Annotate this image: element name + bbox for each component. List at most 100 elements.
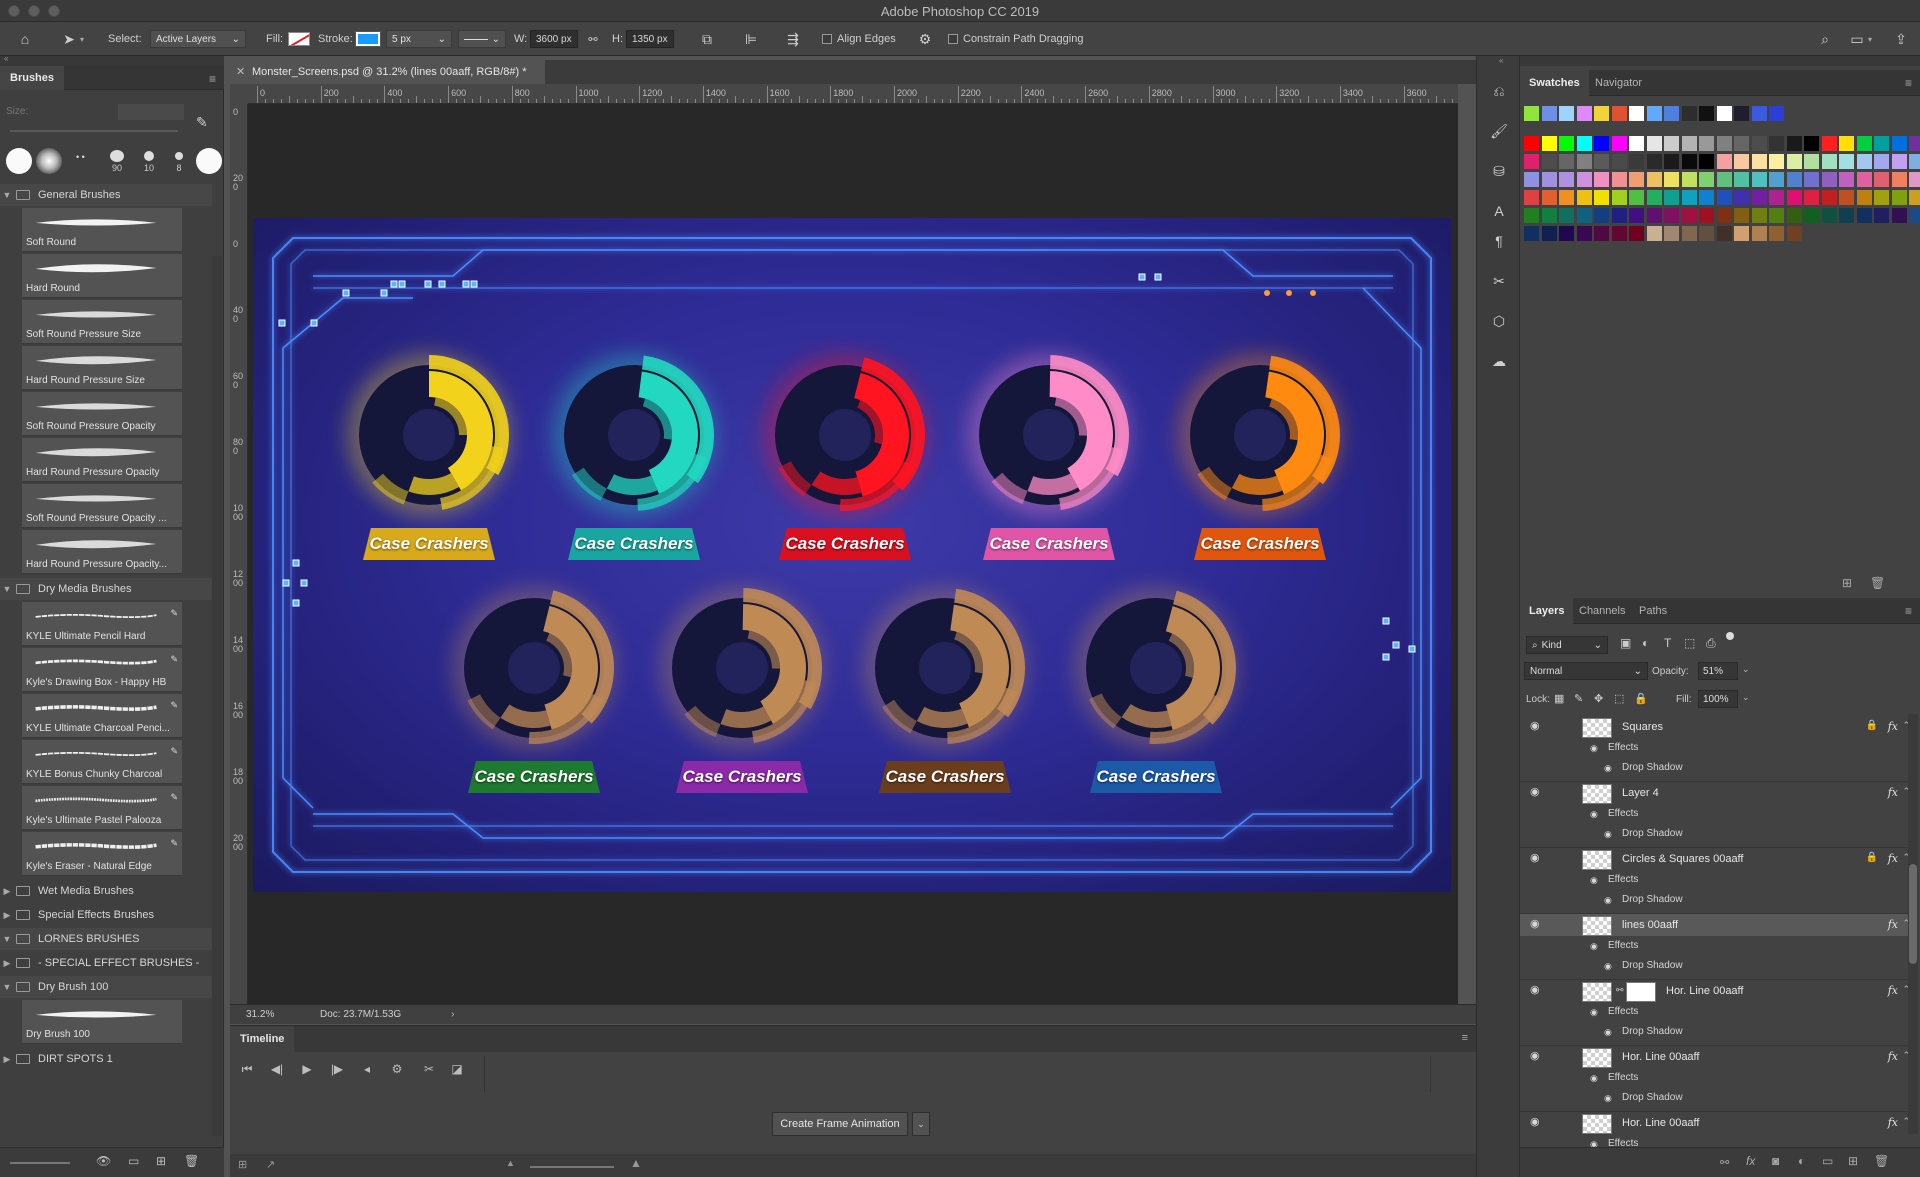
swatch[interactable] bbox=[1699, 190, 1714, 205]
size-field[interactable] bbox=[118, 104, 184, 120]
drop-shadow-eye-icon[interactable]: ◉ bbox=[1604, 961, 1618, 971]
swatch-recent[interactable] bbox=[1664, 106, 1679, 121]
swatch[interactable] bbox=[1751, 226, 1767, 241]
swatch-recent[interactable] bbox=[1541, 106, 1557, 121]
swatch[interactable] bbox=[1541, 172, 1557, 187]
tab-timeline[interactable]: Timeline bbox=[230, 1026, 295, 1052]
layer-thumbnail[interactable] bbox=[1582, 1048, 1612, 1068]
chevron-right-icon[interactable]: ▶ bbox=[0, 886, 14, 897]
audio-icon[interactable]: ◂ bbox=[356, 1062, 378, 1080]
brush-preset[interactable]: Hard Round Pressure Size bbox=[22, 346, 182, 390]
layer-row[interactable]: ◉ lines 00aaff fx ⌃ ◉ Effects ◉ Drop Shadow bbox=[1520, 914, 1910, 980]
layer-name[interactable]: lines 00aaff bbox=[1622, 919, 1678, 931]
swatch[interactable] bbox=[1594, 154, 1609, 169]
swatch[interactable] bbox=[1804, 172, 1819, 187]
layer-name[interactable]: Hor. Line 00aaff bbox=[1622, 1051, 1699, 1063]
swatch[interactable] bbox=[1716, 190, 1732, 205]
fx-icon[interactable]: fx bbox=[1888, 852, 1898, 865]
swatch[interactable] bbox=[1891, 190, 1907, 205]
stroke-width-field[interactable]: 5 px ⌄ bbox=[386, 30, 452, 48]
swatch[interactable] bbox=[1716, 136, 1732, 151]
preset-8[interactable]: 8 bbox=[166, 150, 192, 174]
ruler-horizontal[interactable]: 0 200 400 600 800 1000 1200 1400 1600 1800 2000 220… bbox=[248, 84, 1458, 104]
swatch[interactable] bbox=[1681, 154, 1697, 169]
swatch[interactable] bbox=[1821, 190, 1837, 205]
timeline-zoom-slider[interactable] bbox=[530, 1166, 614, 1168]
chevron-down-icon[interactable]: ▼ bbox=[0, 982, 14, 992]
new-group-icon[interactable]: ▭ bbox=[1822, 1154, 1833, 1168]
brush-group[interactable]: ▼ Dry Brush 100 bbox=[0, 976, 212, 998]
preset-large-round[interactable] bbox=[196, 148, 222, 174]
layer-mask-thumbnail[interactable] bbox=[1626, 982, 1656, 1002]
swatch[interactable] bbox=[1891, 208, 1907, 223]
swatch[interactable] bbox=[1734, 136, 1749, 151]
swatch[interactable] bbox=[1716, 226, 1732, 241]
brush-group[interactable]: ▶ Special Effects Brushes bbox=[0, 904, 212, 926]
swatch[interactable] bbox=[1646, 208, 1662, 223]
brush-group[interactable]: ▼ LORNES BRUSHES bbox=[0, 928, 212, 950]
layer-main[interactable]: ◉ Hor. Line 00aaff fx ⌃ bbox=[1520, 1112, 1910, 1134]
chevron-right-icon[interactable]: ▶ bbox=[0, 1054, 14, 1065]
swatch-recent[interactable] bbox=[1576, 106, 1592, 121]
previous-frame-icon[interactable]: ◀| bbox=[266, 1062, 288, 1080]
swatch[interactable] bbox=[1576, 226, 1592, 241]
swatch[interactable] bbox=[1664, 226, 1679, 241]
home-icon[interactable]: ⌂ bbox=[14, 28, 36, 50]
swatch-recent[interactable] bbox=[1646, 106, 1662, 121]
swatch[interactable] bbox=[1594, 136, 1609, 151]
swatch[interactable] bbox=[1541, 190, 1557, 205]
swatch[interactable] bbox=[1891, 172, 1907, 187]
chevron-down-icon[interactable]: ▼ bbox=[0, 584, 14, 594]
swatch[interactable] bbox=[1611, 190, 1627, 205]
swatch[interactable] bbox=[1646, 190, 1662, 205]
swatch[interactable] bbox=[1769, 226, 1784, 241]
swatch[interactable] bbox=[1769, 208, 1784, 223]
brush-preset[interactable]: Hard Round Pressure Opacity... bbox=[22, 530, 182, 574]
layer-name[interactable]: Circles & Squares 00aaff bbox=[1622, 853, 1743, 865]
swatch[interactable] bbox=[1716, 154, 1732, 169]
swatch[interactable] bbox=[1769, 190, 1784, 205]
tab-channels[interactable]: Channels bbox=[1570, 598, 1634, 624]
fill-field[interactable]: 100% bbox=[1698, 690, 1738, 708]
swatch[interactable] bbox=[1629, 208, 1644, 223]
swatch[interactable] bbox=[1559, 208, 1574, 223]
swatch[interactable] bbox=[1664, 136, 1679, 151]
swatch[interactable] bbox=[1699, 154, 1714, 169]
swatch[interactable] bbox=[1611, 136, 1627, 151]
close-tab-icon[interactable]: ✕ bbox=[236, 65, 245, 78]
swatch-recent[interactable] bbox=[1611, 106, 1627, 121]
swatch-recent[interactable] bbox=[1524, 106, 1539, 121]
ruler-vertical[interactable]: 0 200 0 400 600 800 1000 1200 1400 1600 1800 2000 bbox=[230, 104, 248, 1004]
swatch[interactable] bbox=[1804, 136, 1819, 151]
scissors-icon[interactable]: ✂ bbox=[418, 1062, 440, 1080]
swatch[interactable] bbox=[1541, 226, 1557, 241]
swatch[interactable] bbox=[1559, 172, 1574, 187]
layer-main[interactable]: ◉ Squares 🔒 fx ⌃ bbox=[1520, 716, 1910, 738]
swatch[interactable] bbox=[1524, 136, 1539, 151]
opacity-field[interactable]: 51% bbox=[1698, 662, 1738, 680]
swatch[interactable] bbox=[1576, 172, 1592, 187]
brush-preset[interactable]: Kyle's Eraser - Natural Edge ✎ bbox=[22, 832, 182, 876]
layer-row[interactable]: ◉ Squares 🔒 fx ⌃ ◉ Effects ◉ Drop Shadow bbox=[1520, 716, 1910, 782]
swatch[interactable] bbox=[1611, 226, 1627, 241]
swatch[interactable] bbox=[1839, 172, 1854, 187]
swatch-recent[interactable] bbox=[1716, 106, 1732, 121]
tab-swatches[interactable]: Swatches bbox=[1520, 70, 1589, 96]
stroke-swatch[interactable] bbox=[355, 31, 381, 47]
swatch[interactable] bbox=[1839, 208, 1854, 223]
gear-icon[interactable]: ⚙ bbox=[914, 28, 936, 50]
drop-shadow-eye-icon[interactable]: ◉ bbox=[1604, 1093, 1618, 1103]
swatch-recent[interactable] bbox=[1699, 106, 1714, 121]
swatch[interactable] bbox=[1751, 190, 1767, 205]
eye-icon[interactable]: ◉ bbox=[1530, 787, 1544, 798]
swatch[interactable] bbox=[1769, 154, 1784, 169]
brush-settings-icon[interactable]: 🖌 bbox=[1488, 120, 1510, 142]
brush-edit-icon[interactable]: ✎ bbox=[170, 700, 178, 711]
layers-menu-icon[interactable]: ≡ bbox=[1905, 604, 1912, 618]
layer-main[interactable]: ◉ ⚯ Hor. Line 00aaff fx ⌃ bbox=[1520, 980, 1910, 1002]
layer-name[interactable]: Squares bbox=[1622, 721, 1663, 733]
blend-mode-dropdown[interactable]: Normal ⌄ bbox=[1524, 662, 1648, 680]
next-frame-icon[interactable]: |▶ bbox=[326, 1062, 348, 1080]
path-alignment-icon[interactable]: ⊫ bbox=[740, 28, 762, 50]
swatch[interactable] bbox=[1699, 172, 1714, 187]
